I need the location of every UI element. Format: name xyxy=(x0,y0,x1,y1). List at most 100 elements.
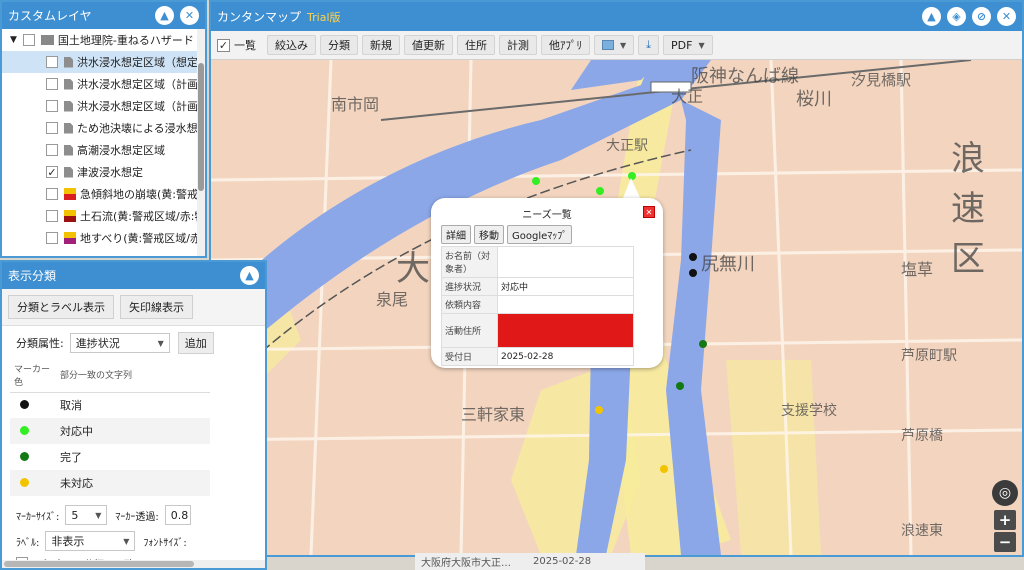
class-titlebar: 表示分類 ▲ xyxy=(2,262,265,289)
marker-color-swatch[interactable] xyxy=(20,477,29,487)
arrow-display-button[interactable]: 矢印線表示 xyxy=(120,295,193,319)
class-row-text: 取消 xyxy=(60,399,82,413)
marker-alpha-input[interactable]: 0.8 xyxy=(164,505,191,525)
layer-item-label: 洪水浸水想定区域（計画規 xyxy=(77,78,205,91)
layer-item[interactable]: 急傾斜地の崩壊(黄:警戒区 xyxy=(2,183,205,205)
document-icon xyxy=(64,144,73,156)
popup-close-icon[interactable]: ✕ xyxy=(643,206,655,218)
map-label: 汐見橋駅 xyxy=(851,71,911,89)
class-row[interactable]: 対応中 xyxy=(10,418,210,444)
layer-tree: ▼ 国土地理院-重ねるハザード 洪水浸水想定区域（想定最 洪水浸水想定区域（計画規… xyxy=(2,29,205,256)
layer-item-label: 急傾斜地の崩壊(黄:警戒区 xyxy=(80,188,205,201)
google-map-button[interactable]: Googleﾏｯﾌﾟ xyxy=(507,225,573,244)
collapse-icon[interactable]: ▲ xyxy=(155,6,174,25)
add-button[interactable]: 追加 xyxy=(177,332,214,354)
move-button[interactable]: 移動 xyxy=(474,225,504,244)
locate-icon[interactable]: ◎ xyxy=(992,480,1018,506)
close-icon[interactable]: ✕ xyxy=(997,7,1016,26)
background-list-row: 大阪府大阪市大正… 2025-02-28 xyxy=(415,553,645,570)
progress-label: 進捗状況 xyxy=(441,277,498,296)
layer-checkbox[interactable] xyxy=(46,78,58,90)
map-label: 尻無川 xyxy=(701,254,755,275)
marker[interactable] xyxy=(532,177,540,185)
marker[interactable] xyxy=(676,382,684,390)
basemap-button[interactable]: ▼ xyxy=(594,35,635,55)
layer-checkbox[interactable] xyxy=(22,34,35,46)
collapse-icon[interactable]: ▲ xyxy=(240,266,259,285)
layer-item[interactable]: 土石流(黄:警戒区域/赤:特別 xyxy=(2,205,205,227)
class-row[interactable]: 取消 xyxy=(10,392,210,418)
layer-checkbox[interactable] xyxy=(46,56,58,68)
layer-checkbox[interactable] xyxy=(46,100,58,112)
address-button[interactable]: 住所 xyxy=(457,35,495,55)
marker[interactable] xyxy=(660,465,668,473)
layer-item[interactable]: 洪水浸水想定区域（計画規 xyxy=(2,73,205,95)
filter-button[interactable]: 絞込み xyxy=(267,35,316,55)
map-titlebar: カンタンマップ Trial版 ▲ ◈ ⊘ ✕ xyxy=(211,2,1022,31)
marker[interactable] xyxy=(596,187,604,195)
layer-item[interactable]: 洪水浸水想定区域（想定最 xyxy=(2,51,205,73)
map-canvas[interactable]: 南市岡 大正 阪神なんば線 桜川 汐見橋駅 浪 速 区 塩草 大 泉尾 三軒家東… xyxy=(211,60,1022,555)
layer-item[interactable]: 洪水浸水想定区域（計画規 xyxy=(2,95,205,117)
class-scrollbar[interactable] xyxy=(2,560,265,568)
layer-item[interactable]: ため池決壊による浸水想定 xyxy=(2,117,205,139)
collapse-icon[interactable]: ▲ xyxy=(922,7,941,26)
class-row[interactable]: 完了 xyxy=(10,444,210,470)
marker[interactable] xyxy=(628,172,636,180)
zoom-out-button[interactable]: − xyxy=(994,532,1016,552)
update-button[interactable]: 値更新 xyxy=(404,35,453,55)
pdf-button[interactable]: PDF ▼ xyxy=(663,35,713,55)
layer-scrollbar[interactable] xyxy=(197,29,205,256)
expand-icon[interactable]: ▼ xyxy=(10,35,17,45)
map-label: 大正駅 xyxy=(606,138,648,154)
detail-button[interactable]: 詳細 xyxy=(441,225,471,244)
list-checkbox[interactable]: ✓ xyxy=(217,38,230,52)
marker-size-select[interactable]: 5 ▼ xyxy=(65,505,108,525)
map-label: 大 xyxy=(396,249,430,289)
marker[interactable] xyxy=(689,253,697,261)
layer-root[interactable]: ▼ 国土地理院-重ねるハザード xyxy=(2,29,205,51)
custom-layer-panel: カスタムレイヤ ▲ ✕ ▼ 国土地理院-重ねるハザード 洪水浸水想定区域（想定最… xyxy=(0,0,207,258)
map-label: 芦原橋 xyxy=(901,428,943,444)
marker[interactable] xyxy=(595,406,603,414)
map-label: 芦原町駅 xyxy=(901,348,957,364)
pin-button[interactable]: ⤓ xyxy=(638,35,660,55)
attribute-select[interactable]: 進捗状況 ▼ xyxy=(69,333,170,353)
label-display-button[interactable]: 分類とラベル表示 xyxy=(8,295,114,319)
document-icon xyxy=(64,56,73,68)
legend-swatch-icon xyxy=(64,232,76,244)
layer-checkbox[interactable] xyxy=(46,144,58,156)
layer-checkbox[interactable] xyxy=(46,188,58,200)
font-size-label: ﾌｫﾝﾄｻｲｽﾞ: xyxy=(143,537,187,549)
layer-checkbox[interactable]: ✓ xyxy=(46,166,58,179)
layer-item[interactable]: 高潮浸水想定区域 xyxy=(2,139,205,161)
marker-color-swatch[interactable] xyxy=(20,451,29,461)
measure-button[interactable]: 計測 xyxy=(499,35,537,55)
marker-color-swatch[interactable] xyxy=(20,399,29,409)
close-icon[interactable]: ✕ xyxy=(180,6,199,25)
layer-checkbox[interactable] xyxy=(46,232,58,244)
new-button[interactable]: 新規 xyxy=(362,35,400,55)
classify-button[interactable]: 分類 xyxy=(320,35,358,55)
other-apps-button[interactable]: 他ｱﾌﾟﾘ xyxy=(541,35,590,55)
legend-swatch-icon xyxy=(64,188,76,200)
map-label: 浪速東 xyxy=(901,523,943,539)
popup-table: お名前（対象者） 進捗状況 対応中 依頼内容 活動住所 受付日 2025-02-28 xyxy=(441,246,634,366)
marker[interactable] xyxy=(689,269,697,277)
layer-item[interactable]: ✓ 津波浸水想定 xyxy=(2,161,205,183)
restore-icon[interactable]: ◈ xyxy=(947,7,966,26)
marker[interactable] xyxy=(699,340,707,348)
map-label: 大正 xyxy=(671,87,703,106)
zoom-in-button[interactable]: + xyxy=(994,510,1016,530)
minimize-icon[interactable]: ⊘ xyxy=(972,7,991,26)
marker-size-label: ﾏｰｶｰｻｲｽﾞ: xyxy=(16,511,60,523)
marker-color-swatch[interactable] xyxy=(20,425,29,435)
class-row[interactable]: 未対応 xyxy=(10,470,210,496)
layer-checkbox[interactable] xyxy=(46,122,58,134)
layer-item[interactable]: 地すべり(黄:警戒区域/赤:特 xyxy=(2,227,205,249)
layer-checkbox[interactable] xyxy=(46,210,58,222)
label-select[interactable]: 非表示 ▼ xyxy=(45,531,136,551)
map-icon xyxy=(602,40,614,50)
list-toggle[interactable]: ✓ 一覧 xyxy=(215,35,263,55)
map-label: 支援学校 xyxy=(781,402,837,419)
